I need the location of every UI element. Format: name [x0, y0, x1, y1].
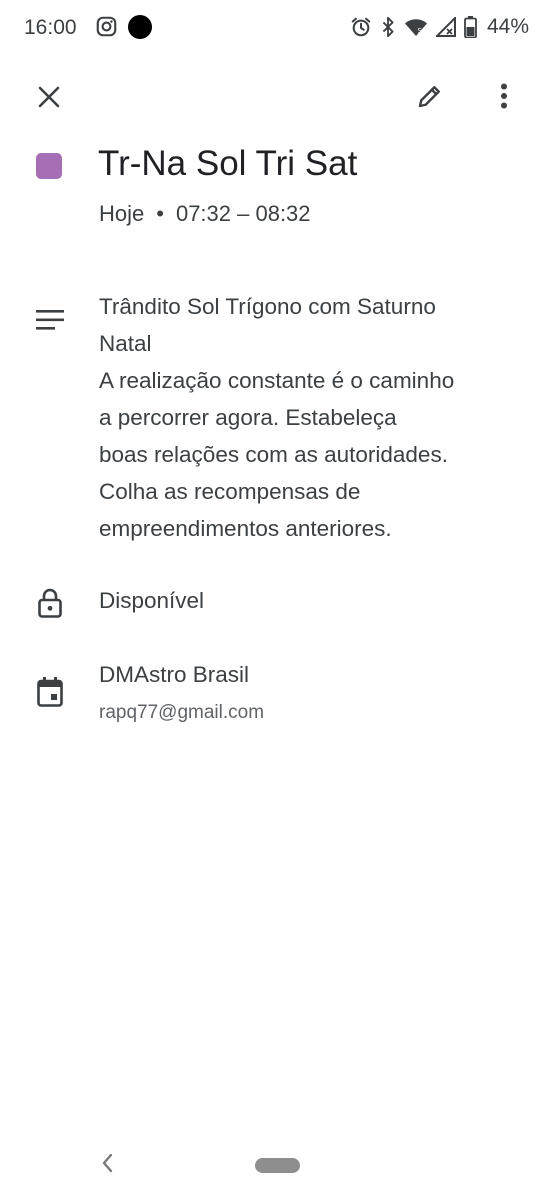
edit-icon: [415, 81, 445, 116]
event-separator: •: [156, 201, 164, 226]
bluetooth-icon: [380, 16, 396, 38]
more-options-button[interactable]: [486, 78, 522, 118]
notes-icon: [34, 304, 66, 336]
description-line: Trândito Sol Trígono com Saturno: [99, 294, 436, 319]
event-date-time: Hoje • 07:32 – 08:32: [99, 201, 311, 227]
calendar-name: DMAstro Brasil: [99, 662, 250, 687]
description-line: A realização constante é o caminho: [99, 368, 455, 393]
notification-dot-icon: [128, 15, 152, 39]
nav-back-button[interactable]: [96, 1152, 118, 1178]
event-detail-screen: 16:00 S 44% Tr-Na Sol Tri Sat Hoje • 07:…: [0, 0, 555, 1203]
battery-icon: [464, 16, 477, 38]
status-right-icons: S 44%: [350, 14, 529, 40]
status-bar: 16:00 S 44%: [0, 0, 555, 56]
description-line: boas relações com as autoridades.: [99, 442, 448, 467]
event-description: Trândito Sol Trígono com Saturno Natal A…: [99, 288, 529, 547]
alarm-icon: [350, 16, 372, 38]
battery-percent: 44%: [486, 15, 529, 38]
calendar-account: rapq77@gmail.com: [99, 702, 265, 723]
edit-button[interactable]: [410, 78, 450, 118]
description-line: empreendimentos anteriores.: [99, 516, 392, 541]
event-time-range: 07:32 – 08:32: [175, 201, 311, 226]
status-time: 16:00: [24, 16, 77, 39]
close-icon: [37, 85, 61, 114]
instagram-icon: [96, 16, 117, 37]
top-app-bar: [0, 70, 555, 126]
home-pill[interactable]: [255, 1158, 300, 1173]
wifi-icon: S: [404, 17, 428, 37]
svg-text:S: S: [417, 27, 422, 35]
event-color-chip: [36, 153, 62, 179]
event-day: Hoje: [99, 201, 145, 226]
calendar-icon: [34, 676, 66, 708]
event-title: Tr-Na Sol Tri Sat: [98, 144, 358, 183]
more-vert-icon: [500, 83, 508, 114]
description-line: Natal: [99, 331, 152, 356]
back-chevron-icon: [101, 1153, 113, 1178]
signal-icon: [435, 17, 456, 37]
description-line: a percorrer agora. Estabeleça: [99, 405, 397, 430]
availability-status: Disponível: [99, 588, 205, 613]
close-button[interactable]: [30, 80, 68, 118]
lock-icon: [34, 587, 66, 619]
description-line: Colha as recompensas de: [99, 479, 361, 504]
